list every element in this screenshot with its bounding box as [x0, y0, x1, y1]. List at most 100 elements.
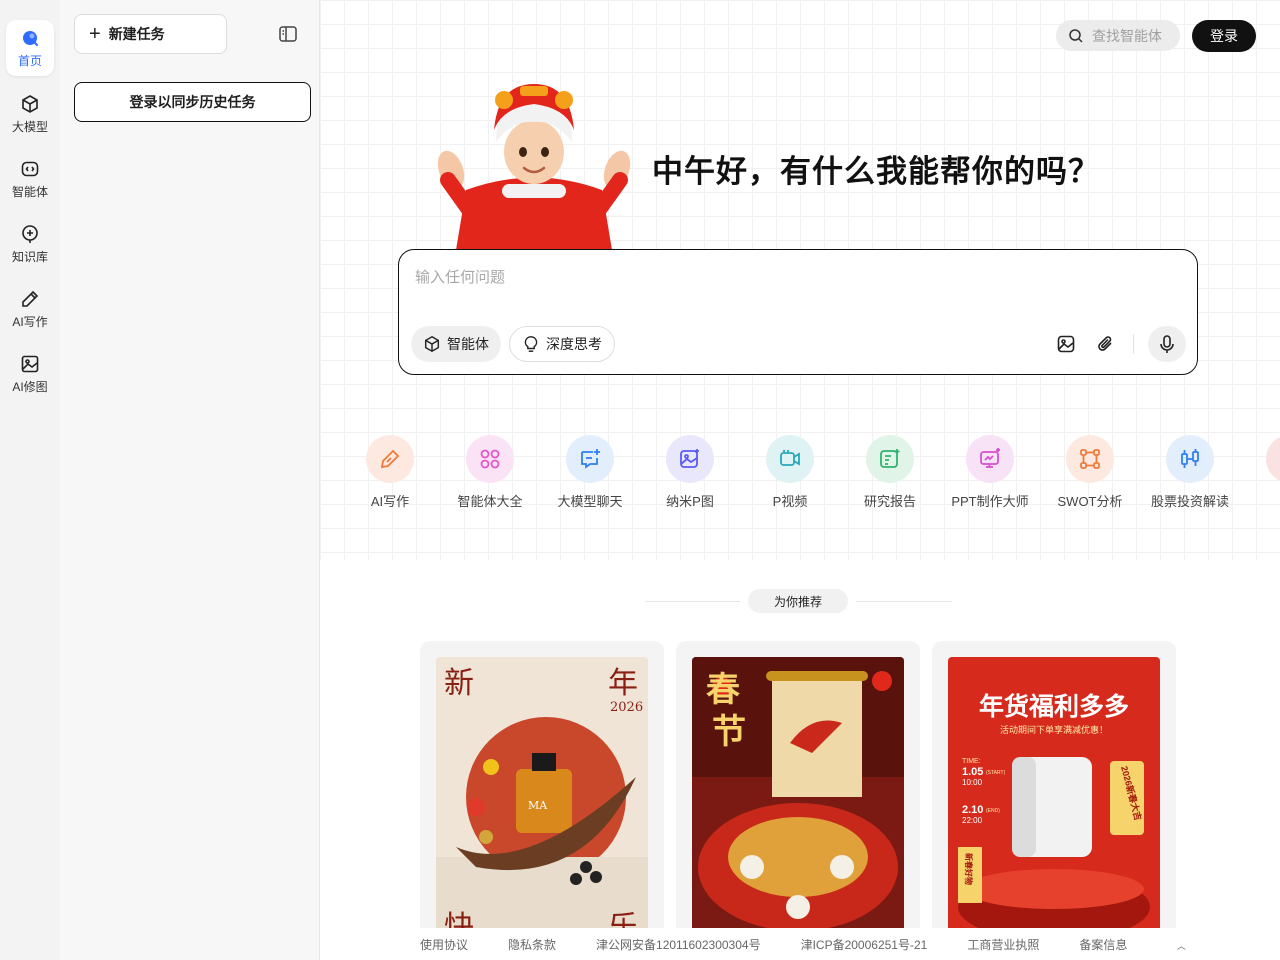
tool-label: 大模型聊天 [557, 494, 623, 509]
greeting-heading: 中午好，有什么我能帮你的吗？ [652, 154, 1100, 189]
poster-date-2: 2.10 [962, 804, 983, 816]
recommend-card-new-year-goods[interactable]: 年货福利多多 活动期间下单享满减优惠！ TIME: 1.05 (START) 1… [932, 641, 1176, 941]
poster-time-2: 22:00 [962, 816, 983, 825]
cube-icon [22, 94, 38, 113]
tool-nano-image[interactable]: 纳米P图 [640, 435, 740, 510]
tool-ppt-master[interactable]: PPT制作大师 [940, 435, 1040, 510]
tool-swot-analysis[interactable]: SWOT分析 [1040, 435, 1140, 510]
deep-think-chip[interactable]: 深度思考 [509, 326, 615, 362]
rail-item-ai-writing[interactable]: AI写作 [6, 281, 54, 337]
poster-char-left: 新 [444, 666, 474, 701]
tool-icon-wrap [666, 435, 714, 483]
history-panel: + 新建任务 登录以同步历史任务 [60, 0, 320, 960]
tool-label: P视频 [772, 494, 808, 509]
poster-title-2: 节 [712, 712, 746, 752]
footer-link-business-license[interactable]: 工商营业执照 [967, 936, 1039, 953]
tool-p-video[interactable]: P视频 [740, 435, 840, 510]
pen-icon [22, 290, 39, 307]
new-task-button[interactable]: + 新建任务 [74, 14, 227, 54]
footer-link-police-record[interactable]: 津公网安备12011602300304号 [596, 936, 761, 953]
rail-item-agents[interactable]: 智能体 [6, 151, 54, 207]
deep-think-label: 深度思考 [546, 336, 602, 352]
rail-item-knowledge[interactable]: 知识库 [6, 216, 54, 272]
recommend-label: 为你推荐 [748, 589, 848, 613]
lightbulb-icon [524, 336, 538, 352]
rail-item-models[interactable]: 大模型 [6, 86, 54, 142]
chevron-up-icon: ︿ [1176, 940, 1186, 951]
chat-input-box: 智能体 深度思考 [398, 249, 1198, 375]
search-input[interactable] [1092, 27, 1174, 44]
agent-search[interactable] [1056, 20, 1180, 51]
report-icon [880, 449, 900, 468]
rail-label: 知识库 [11, 249, 48, 264]
pen-icon [380, 449, 400, 469]
tool-icon-wrap [566, 435, 614, 483]
poster-time-1: 10:00 [962, 778, 983, 787]
tool-ai-writing[interactable]: AI写作 [340, 435, 440, 510]
tool-stock-analysis[interactable]: 股票投资解读 [1140, 435, 1240, 510]
poster-start: (START) [986, 770, 1006, 776]
recommend-card-spring-festival[interactable]: 春 节 [676, 641, 920, 941]
agent-chip[interactable]: 智能体 [411, 326, 501, 362]
new-year-goods-poster: 年货福利多多 活动期间下单享满减优惠！ TIME: 1.05 (START) 1… [948, 657, 1160, 941]
tool-label: 纳米P图 [666, 494, 714, 509]
rail-label: 大模型 [11, 119, 48, 134]
voice-input-button[interactable] [1148, 326, 1186, 362]
footer-link-filing-info[interactable]: 备案信息 ︿ [1079, 936, 1225, 953]
card-image: 新 年 2026 MA 快 乐 [436, 657, 648, 941]
poster-vertical: 新春好物 [964, 853, 974, 885]
tool-icon-wrap [1166, 435, 1214, 483]
tool-icon-wrap [1266, 435, 1280, 483]
card-image: 春 节 [692, 657, 904, 941]
spring-festival-poster: 春 节 [692, 657, 904, 941]
tool-icon-wrap [766, 435, 814, 483]
sidebar-toggle-icon[interactable] [278, 24, 298, 44]
tool-research-report[interactable]: 研究报告 [840, 435, 940, 510]
poster-time-label: TIME: [962, 758, 981, 765]
login-sync-button[interactable]: 登录以同步历史任务 [74, 82, 311, 122]
grid-circles-icon [480, 449, 500, 469]
tool-label: SWOT分析 [1057, 494, 1123, 509]
nodes-icon [1080, 449, 1100, 469]
main-area: 登录 中午好，有什么我能帮你的吗？ 智能体 深度思考 [320, 0, 1280, 960]
rail-label: 智能体 [11, 184, 48, 199]
toolbar-divider [1133, 334, 1134, 354]
tool-label: 智能体大全 [457, 494, 523, 509]
presentation-icon [980, 448, 1000, 468]
tool-label: PPT制作大师 [951, 494, 1029, 509]
recommend-divider-left [646, 601, 740, 602]
footer: 使用协议 隐私条款 津公网安备12011602300304号 津ICP备2000… [420, 928, 1280, 960]
microphone-icon [1160, 335, 1174, 353]
tool-label: 研究报告 [863, 494, 916, 509]
search-icon [1069, 28, 1083, 43]
footer-link-privacy[interactable]: 隐私条款 [508, 936, 556, 953]
image-icon [21, 355, 39, 372]
recommend-card-new-year[interactable]: 新 年 2026 MA 快 乐 [420, 641, 664, 941]
footer-link-label: 备案信息 [1079, 937, 1128, 952]
tool-agent-directory[interactable]: 智能体大全 [440, 435, 540, 510]
tool-ai-more[interactable]: AI [1240, 435, 1280, 506]
image-upload-icon[interactable] [1056, 334, 1076, 354]
poster-title-1: 春 [706, 670, 740, 710]
candlestick-icon [1181, 449, 1199, 468]
poster-title: 年货福利多多 [979, 692, 1129, 721]
login-button[interactable]: 登录 [1192, 20, 1256, 52]
recommend-divider-right [856, 601, 952, 602]
rail-item-home[interactable]: 首页 [6, 20, 54, 76]
footer-link-terms[interactable]: 使用协议 [420, 936, 468, 953]
question-input[interactable] [415, 266, 1175, 306]
knowledge-icon [22, 224, 38, 243]
attachment-icon[interactable] [1096, 334, 1116, 354]
mascot-illustration [437, 84, 631, 250]
tool-icon-wrap [1066, 435, 1114, 483]
chat-sparkle-icon [581, 449, 600, 469]
tool-model-chat[interactable]: 大模型聊天 [540, 435, 640, 510]
tool-icon-wrap [866, 435, 914, 483]
left-rail: 首页 大模型 智能体 知识库 AI写作 AI修图 [0, 0, 60, 960]
tool-label: AI写作 [370, 494, 410, 509]
rail-label: AI写作 [12, 314, 48, 329]
plus-icon: + [89, 23, 101, 45]
rail-item-ai-retouch[interactable]: AI修图 [6, 346, 54, 402]
rail-label: AI修图 [12, 379, 48, 394]
footer-link-icp[interactable]: 津ICP备20006251号-21 [801, 936, 928, 953]
